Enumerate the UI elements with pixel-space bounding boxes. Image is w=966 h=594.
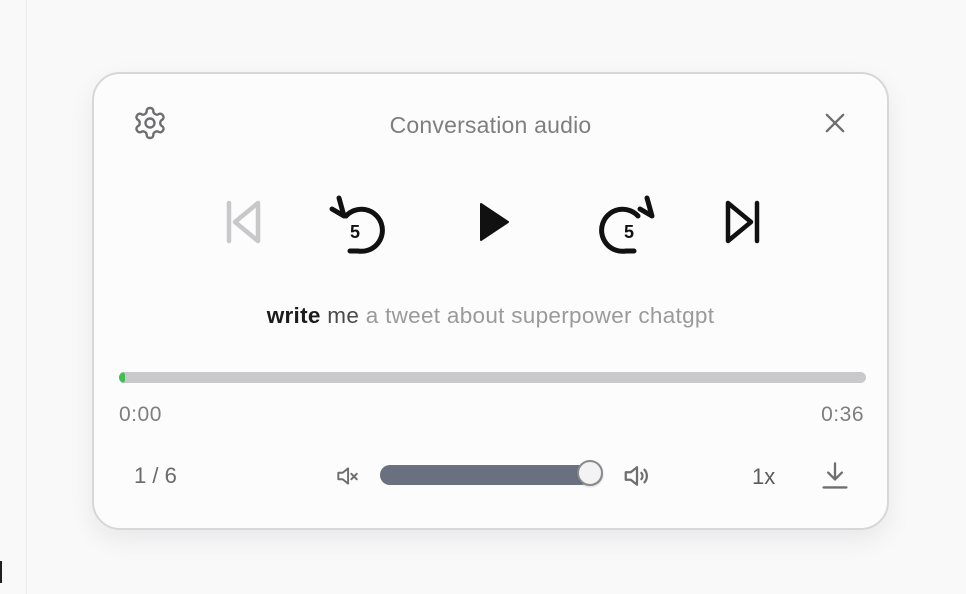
progress-fill	[119, 372, 125, 383]
forward-5-icon: 5	[599, 195, 655, 254]
progress-bar[interactable]	[119, 372, 866, 383]
playback-speed-button[interactable]: 1x	[752, 464, 775, 490]
close-icon	[825, 113, 845, 133]
mute-button[interactable]	[332, 461, 362, 491]
player-title: Conversation audio	[389, 112, 592, 138]
text-cursor	[0, 561, 2, 583]
download-button[interactable]	[818, 458, 852, 494]
volume-up-icon	[624, 466, 649, 486]
forward-button[interactable]: 5	[596, 190, 660, 254]
audio-player-panel: Conversation audio 5 5 write me a tweet …	[92, 72, 889, 530]
rewind-seconds-label: 5	[350, 222, 360, 242]
forward-seconds-label: 5	[624, 222, 634, 242]
transcript-current-word: me	[327, 303, 360, 328]
sidebar-edge	[0, 0, 27, 594]
volume-mute-icon	[337, 467, 358, 485]
close-button[interactable]	[816, 104, 854, 142]
previous-button[interactable]	[218, 196, 270, 248]
play-icon	[480, 203, 509, 241]
current-time: 0:00	[119, 403, 162, 426]
transcript-spoken-word: write	[266, 303, 321, 328]
next-button[interactable]	[716, 196, 768, 248]
volume-button[interactable]	[620, 459, 654, 493]
download-icon	[822, 462, 848, 489]
play-button[interactable]	[468, 198, 516, 246]
rewind-button[interactable]: 5	[324, 190, 388, 254]
track-counter: 1 / 6	[134, 463, 177, 488]
skip-previous-icon	[226, 200, 261, 244]
transcript-remaining-text: a tweet about superpower chatgpt	[365, 303, 715, 328]
volume-fill	[380, 465, 590, 485]
volume-slider[interactable]	[380, 460, 603, 486]
total-time: 0:36	[821, 403, 864, 426]
volume-slider-thumb[interactable]	[576, 460, 603, 486]
rewind-5-icon: 5	[329, 195, 385, 254]
skip-next-icon	[725, 200, 760, 244]
transcript-text: write me a tweet about superpower chatgp…	[94, 303, 887, 329]
